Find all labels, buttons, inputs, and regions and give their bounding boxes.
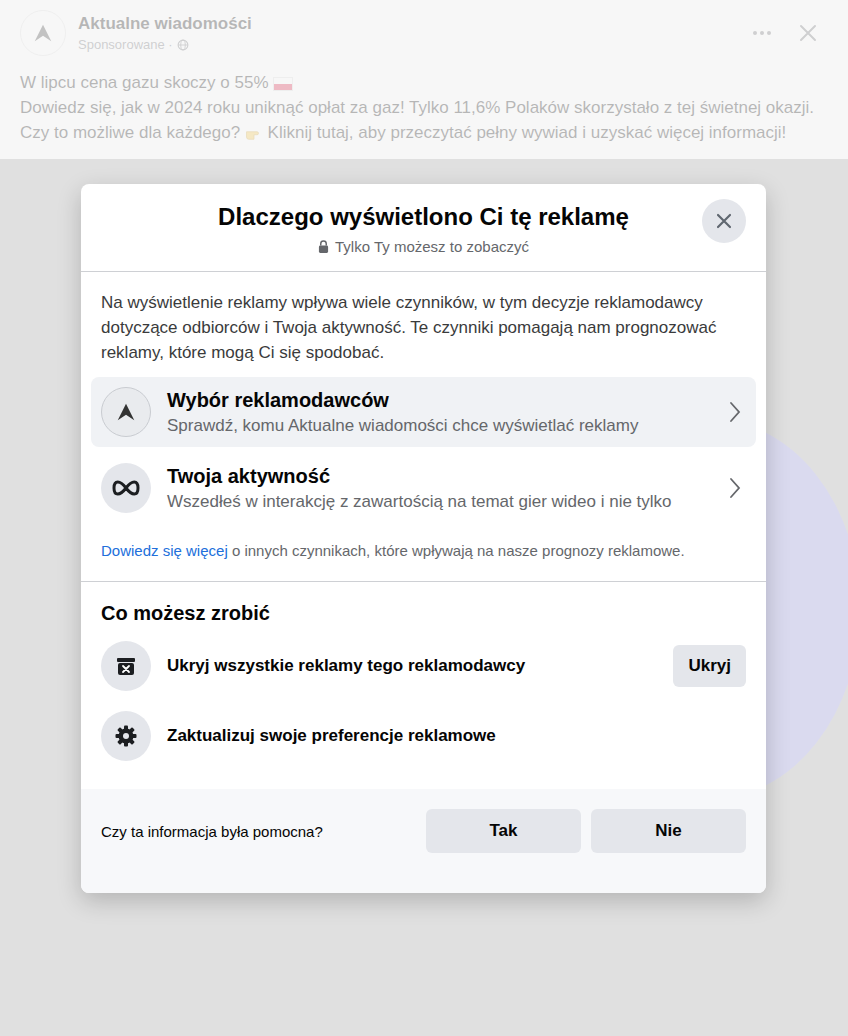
reason-title: Wybór reklamodawców [167, 387, 712, 413]
actions-section: Co możesz zrobić Ukryj wszystkie reklamy… [81, 582, 766, 789]
dialog-title: Dlaczego wyświetlono Ci tę reklamę [151, 202, 696, 232]
action-icon-wrap [101, 641, 151, 691]
feedback-button[interactable]: Tak [426, 809, 581, 853]
intro-text: Na wyświetlenie reklamy wpływa wiele czy… [101, 290, 746, 365]
reason-row[interactable]: Twoja aktywność Wszedłeś w interakcję z … [91, 453, 756, 523]
action-label: Zaktualizuj swoje preferencje reklamowe [167, 725, 746, 747]
feedback-footer: Czy ta informacja była pomocna? TakNie [81, 789, 766, 893]
actions-title: Co możesz zrobić [101, 602, 746, 625]
close-button[interactable] [702, 199, 746, 243]
reason-text: Wybór reklamodawców Sprawdź, komu Aktual… [167, 387, 712, 438]
action-row[interactable]: Zaktualizuj swoje preferencje reklamowe [101, 711, 746, 761]
action-icon-wrap [101, 711, 151, 761]
learn-more-text: Dowiedz się więcej o innych czynnikach, … [101, 541, 746, 561]
reason-subtitle: Sprawdź, komu Aktualne wiadomości chce w… [167, 413, 712, 438]
privacy-note: Tylko Ty możesz to zobaczyć [151, 238, 696, 255]
reason-icon-wrap [101, 387, 151, 437]
hide-button[interactable]: Ukryj [673, 645, 746, 687]
reason-icon-wrap [101, 463, 151, 513]
feedback-question: Czy ta informacja była pomocna? [101, 823, 414, 840]
close-x-icon [714, 211, 734, 231]
page: Aktualne wiadomości Sponsorowane · W lip… [0, 0, 848, 1036]
why-ad-dialog: Dlaczego wyświetlono Ci tę reklamę Tylko… [81, 184, 766, 893]
action-label: Ukryj wszystkie reklamy tego reklamodawc… [167, 655, 657, 677]
meta-logo-icon [110, 478, 142, 498]
dialog-body: Na wyświetlenie reklamy wpływa wiele czy… [81, 272, 766, 582]
reason-row[interactable]: Wybór reklamodawców Sprawdź, komu Aktual… [91, 377, 756, 447]
reason-subtitle: Wszedłeś w interakcję z zawartością na t… [167, 489, 712, 514]
action-row[interactable]: Ukryj wszystkie reklamy tego reklamodawc… [101, 641, 746, 691]
gear-icon [114, 724, 138, 748]
feedback-button[interactable]: Nie [591, 809, 746, 853]
chevron-right-icon [728, 476, 742, 500]
learn-more-link[interactable]: Dowiedz się więcej [101, 542, 228, 559]
lock-icon [318, 240, 329, 253]
dialog-header: Dlaczego wyświetlono Ci tę reklamę Tylko… [81, 184, 766, 272]
advertiser-logo-icon [115, 401, 137, 423]
feedback-buttons: TakNie [426, 809, 746, 853]
reason-title: Twoja aktywność [167, 463, 712, 489]
chevron-right-icon [728, 400, 742, 424]
hide-box-icon [115, 655, 137, 677]
reason-text: Twoja aktywność Wszedłeś w interakcję z … [167, 463, 712, 514]
